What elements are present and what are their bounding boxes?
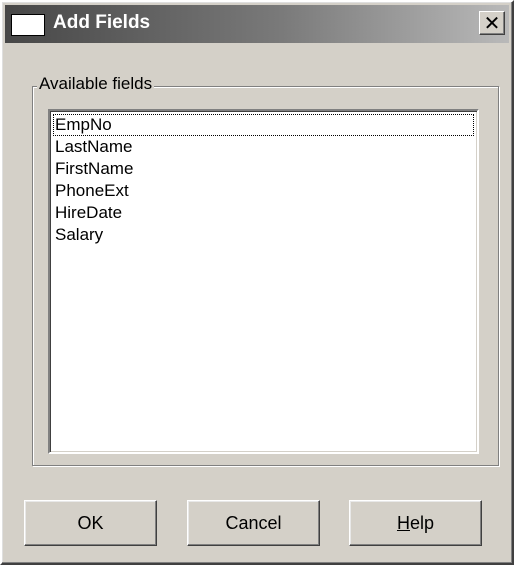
list-item[interactable]: LastName [53,136,474,158]
list-item[interactable]: PhoneExt [53,180,474,202]
close-button[interactable]: ✕ [479,11,505,35]
list-item[interactable]: HireDate [53,202,474,224]
available-fields-group: Available fields EmpNo LastName FirstNam… [32,74,499,466]
cancel-button-label: Cancel [225,512,282,533]
close-icon: ✕ [483,11,501,35]
help-label-rest: elp [409,512,435,533]
add-fields-dialog: Add Fields ✕ Available fields EmpNo Last… [0,0,514,565]
ok-button[interactable]: OK [24,500,157,546]
ok-button-label: OK [77,512,104,533]
dialog-title: Add Fields [53,12,151,33]
list-item[interactable]: EmpNo [53,114,474,136]
help-button-label: Help [397,513,434,534]
list-item[interactable]: FirstName [53,158,474,180]
list-item[interactable]: Salary [53,224,474,246]
help-hotkey: H [396,512,410,533]
cancel-button[interactable]: Cancel [187,500,320,546]
window-icon [11,14,45,36]
fields-listbox[interactable]: EmpNo LastName FirstName PhoneExt HireDa… [48,109,479,454]
title-bar[interactable]: Add Fields ✕ [5,5,509,43]
help-button[interactable]: Help [349,500,482,546]
group-label: Available fields [37,74,155,94]
